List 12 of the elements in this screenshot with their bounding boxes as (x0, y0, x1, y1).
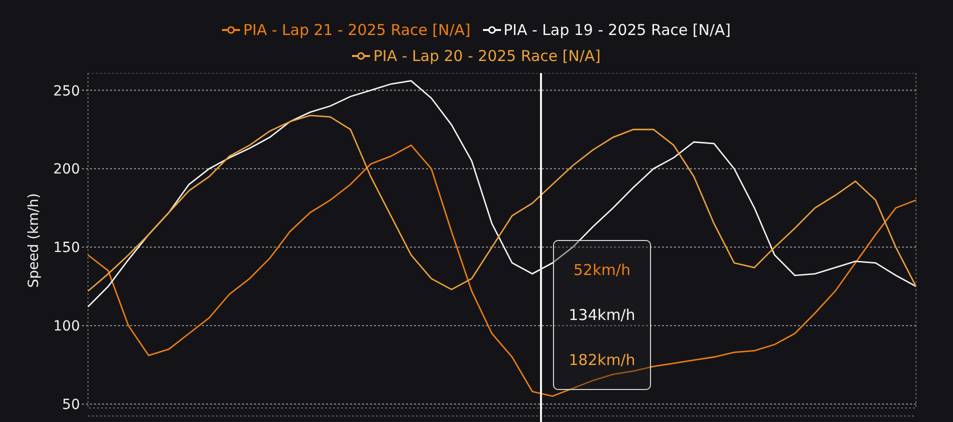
axis-tick-label: 100 (53, 318, 80, 335)
legend-item[interactable]: PIA - Lap 19 - 2025 Race [N/A] (482, 20, 731, 40)
axis-tick-label: 200 (53, 162, 80, 178)
legend-item[interactable]: PIA - Lap 20 - 2025 Race [N/A] (352, 46, 601, 66)
speed-value: 52km/h (574, 260, 630, 279)
axis-tick-label: 50 (62, 397, 80, 414)
legend-item[interactable]: PIA - Lap 21 - 2025 Race [N/A] (222, 20, 470, 40)
axis-tick-label: 250 (53, 83, 80, 100)
speed-value: 182km/h (568, 351, 636, 370)
axis-tick-label: 150 (53, 240, 80, 256)
axis-title: Speed (km/h) (26, 193, 42, 288)
speed-value: 134km/h (568, 306, 636, 324)
